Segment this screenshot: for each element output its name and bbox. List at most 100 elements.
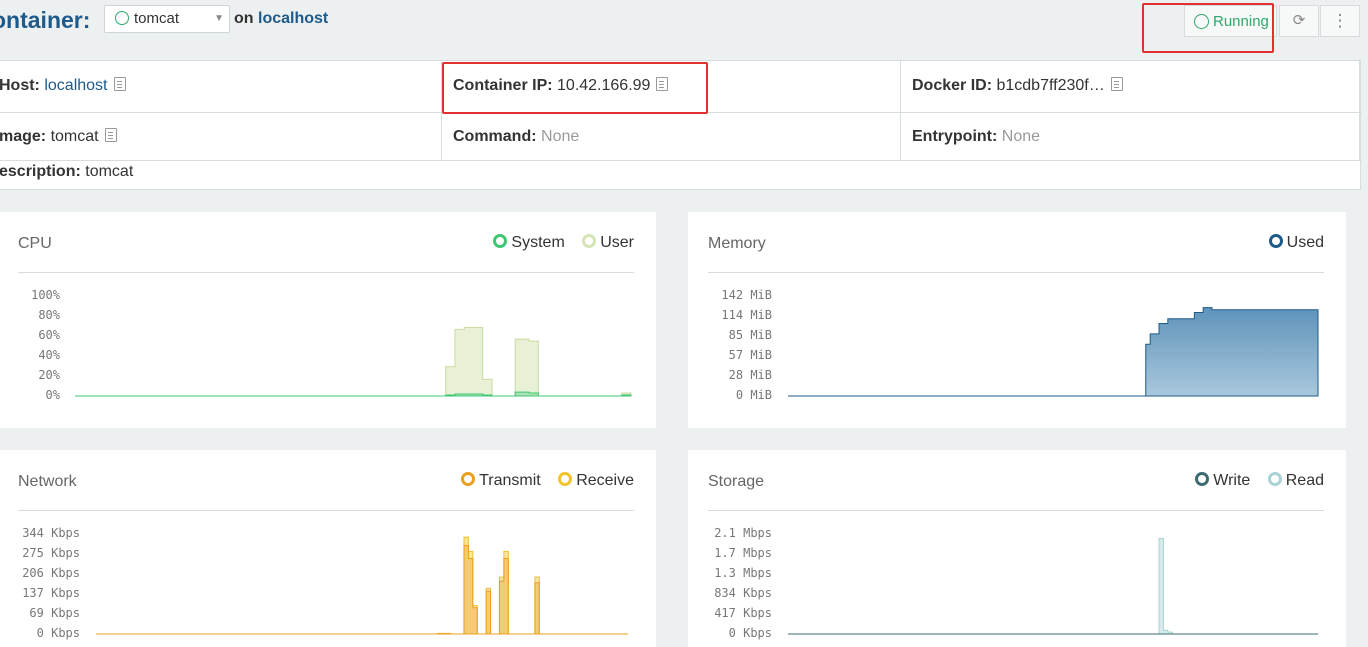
legend-receive-label: Receive xyxy=(576,472,634,489)
y-tick: 40% xyxy=(38,348,60,362)
receive-dot-icon xyxy=(558,472,573,486)
legend-transmit-label: Transmit xyxy=(479,472,541,489)
legend-system[interactable]: System xyxy=(493,234,565,251)
command-field: Command: None xyxy=(453,128,579,146)
system-dot-icon xyxy=(493,234,508,248)
legend-write[interactable]: Write xyxy=(1195,472,1250,489)
cpu-chart xyxy=(75,326,632,397)
container-select[interactable]: tomcat ▼ xyxy=(104,5,230,33)
y-tick: 0 Kbps xyxy=(36,626,80,640)
y-tick: 2.1 Mbps xyxy=(714,526,772,540)
host-label: Host: xyxy=(0,77,40,94)
read-dot-icon xyxy=(1267,472,1282,486)
image-value: tomcat xyxy=(50,128,99,145)
card-divider xyxy=(708,510,1324,511)
entrypoint-label: Entrypoint: xyxy=(912,128,998,145)
legend-system-label: System xyxy=(511,234,565,251)
used-dot-icon xyxy=(1268,234,1283,248)
y-tick: 20% xyxy=(38,368,60,382)
divider xyxy=(1359,61,1360,160)
refresh-icon: ⟳ xyxy=(1292,12,1306,29)
command-label: Command: xyxy=(453,128,537,145)
description-field: escription: tomcat xyxy=(0,163,133,181)
memory-chart xyxy=(788,307,1319,397)
storage-legend: Write Read xyxy=(1195,472,1324,490)
memory-legend: Used xyxy=(1268,234,1324,252)
series-system-area xyxy=(75,391,632,397)
legend-used[interactable]: Used xyxy=(1268,234,1324,251)
transmit-dot-icon xyxy=(461,472,476,486)
legend-read-label: Read xyxy=(1285,472,1324,489)
container-select-value: tomcat xyxy=(134,10,180,27)
y-tick: 60% xyxy=(38,328,60,342)
host-value-link[interactable]: localhost xyxy=(44,77,107,94)
y-tick: 344 Kbps xyxy=(22,526,80,540)
container-ip-highlight-box xyxy=(442,62,708,114)
divider xyxy=(900,61,901,160)
command-value: None xyxy=(541,128,580,145)
user-dot-icon xyxy=(582,234,597,248)
state-circle-icon xyxy=(115,11,129,25)
y-tick: 1.3 Mbps xyxy=(714,566,772,580)
y-tick: 85 MiB xyxy=(728,328,772,342)
y-tick: 0% xyxy=(45,388,60,402)
network-legend: Transmit Receive xyxy=(461,472,634,490)
series-used-area xyxy=(788,307,1319,397)
series-receive-area xyxy=(96,536,628,635)
copy-icon[interactable] xyxy=(113,77,126,91)
legend-user[interactable]: User xyxy=(582,234,634,251)
memory-title: Memory xyxy=(708,235,766,252)
memory-card: Memory Used 142 MiB 114 MiB 85 MiB 57 Mi… xyxy=(688,212,1346,428)
state-highlight-box xyxy=(1142,3,1274,53)
y-tick: 0 MiB xyxy=(735,388,772,402)
series-read-area xyxy=(788,537,1318,635)
y-tick: 206 Kbps xyxy=(22,566,80,580)
copy-icon[interactable] xyxy=(104,128,117,142)
series-user-area xyxy=(75,326,632,397)
dropdown-arrow-icon: ▼ xyxy=(214,13,224,24)
series-transmit-area xyxy=(96,545,628,635)
network-title: Network xyxy=(18,473,77,490)
cpu-legend: System User xyxy=(493,234,634,252)
y-tick: 1.7 Mbps xyxy=(714,546,772,560)
y-tick: 275 Kbps xyxy=(22,546,80,560)
legend-receive[interactable]: Receive xyxy=(558,472,634,489)
refresh-button[interactable]: ⟳ xyxy=(1279,5,1319,37)
storage-title: Storage xyxy=(708,473,765,490)
legend-read[interactable]: Read xyxy=(1267,472,1324,489)
host-context: on localhost xyxy=(234,10,328,28)
legend-transmit[interactable]: Transmit xyxy=(461,472,541,489)
more-actions-button[interactable]: ⋮ xyxy=(1320,5,1360,37)
entrypoint-value: None xyxy=(1001,128,1041,145)
docker-id-value: b1cdb7ff230f… xyxy=(996,77,1105,94)
y-tick: 69 Kbps xyxy=(29,606,80,620)
entrypoint-field: Entrypoint: None xyxy=(912,128,1040,146)
card-divider xyxy=(18,272,634,273)
host-link[interactable]: localhost xyxy=(258,10,328,27)
docker-id-field: Docker ID: b1cdb7ff230f… xyxy=(912,77,1123,95)
cpu-title: CPU xyxy=(18,235,52,252)
network-card: Network Transmit Receive 344 Kbps 275 Kb… xyxy=(0,450,656,647)
network-chart xyxy=(96,536,628,635)
card-divider xyxy=(708,272,1324,273)
copy-icon[interactable] xyxy=(1110,77,1123,91)
legend-user-label: User xyxy=(600,234,634,251)
y-tick: 100% xyxy=(31,288,60,302)
docker-id-label: Docker ID: xyxy=(912,77,993,94)
image-field: mage: tomcat xyxy=(0,128,117,146)
legend-used-label: Used xyxy=(1286,234,1324,251)
y-tick: 114 MiB xyxy=(721,308,772,322)
storage-chart xyxy=(788,537,1318,635)
y-tick: 137 Kbps xyxy=(22,586,80,600)
storage-card: Storage Write Read 2.1 Mbps 1.7 Mbps 1.3… xyxy=(688,450,1346,647)
divider xyxy=(0,160,1362,161)
write-dot-icon xyxy=(1195,472,1210,486)
card-divider xyxy=(18,510,634,511)
y-tick: 80% xyxy=(38,308,60,322)
y-tick: 28 MiB xyxy=(728,368,772,382)
y-tick: 834 Kbps xyxy=(714,586,772,600)
y-tick: 417 Kbps xyxy=(714,606,772,620)
description-value: tomcat xyxy=(85,163,134,180)
kebab-icon: ⋮ xyxy=(1331,11,1349,30)
host-field: Host: localhost xyxy=(0,77,126,95)
